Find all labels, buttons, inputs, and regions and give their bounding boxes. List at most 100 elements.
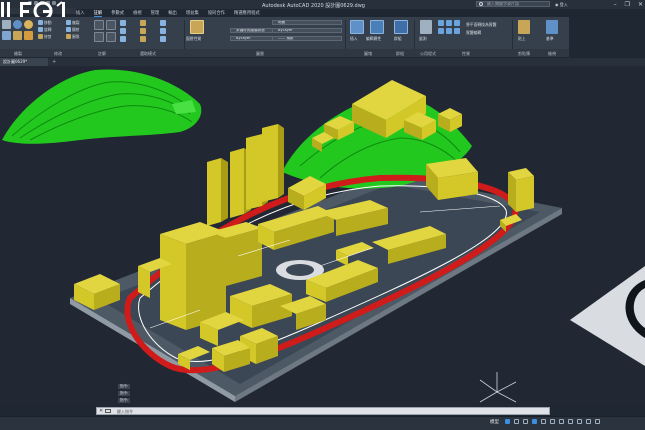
- group-label: 群組: [394, 36, 402, 41]
- restore-icon[interactable]: ❐: [625, 1, 630, 8]
- leader-icon[interactable]: [94, 32, 104, 42]
- view-panel-label[interactable]: 檢視: [548, 51, 556, 57]
- new-tab-icon[interactable]: +: [52, 59, 56, 65]
- solid-edit-icon-2[interactable]: [446, 20, 452, 26]
- file-tab-label: 設計圖0629*: [3, 59, 28, 64]
- hatch-icon[interactable]: [120, 28, 126, 34]
- sphere-button[interactable]: [24, 20, 33, 29]
- view-base-icon[interactable]: [546, 20, 558, 34]
- box-button[interactable]: [24, 31, 33, 40]
- tab-addins[interactable]: 增益集: [186, 10, 199, 17]
- groups-panel-label[interactable]: 群組: [396, 51, 404, 57]
- close-icon[interactable]: ✕: [638, 1, 643, 8]
- ortho-toggle-icon[interactable]: [523, 419, 528, 424]
- grid-toggle-icon[interactable]: [505, 419, 510, 424]
- block-panel-label[interactable]: 圖塊: [364, 51, 372, 57]
- transparency-toggle-icon[interactable]: [568, 419, 573, 424]
- minimize-icon[interactable]: –: [614, 1, 617, 8]
- tab-parametric[interactable]: 參數式: [111, 10, 124, 17]
- command-options-icon[interactable]: [105, 409, 111, 413]
- solid-edit-icon-1[interactable]: [438, 20, 444, 26]
- tab-annotate[interactable]: 註解: [93, 10, 103, 17]
- customize-icon[interactable]: [595, 419, 600, 424]
- lineweight-toggle-icon[interactable]: [559, 419, 564, 424]
- copy-icon[interactable]: [66, 20, 71, 25]
- explode-icon[interactable]: [160, 20, 166, 26]
- offset-icon[interactable]: [160, 28, 166, 34]
- ucs-icon: [479, 372, 517, 403]
- layer-combo[interactable]: 地面: [272, 20, 342, 25]
- linetype-combo-value: ByLayer: [236, 36, 251, 40]
- partial-ring-object: [570, 266, 645, 366]
- array-icon[interactable]: [140, 36, 146, 42]
- tab-manage[interactable]: 管理: [151, 10, 160, 17]
- paste-icon[interactable]: [518, 20, 530, 34]
- fillet-icon[interactable]: [66, 34, 71, 39]
- tab-featured-apps[interactable]: 精選應用程式: [234, 10, 260, 17]
- lineweight-combo-value: —— 預設: [278, 36, 294, 40]
- mirror-label: 鏡射: [72, 27, 80, 32]
- close-command-icon[interactable]: ✕: [99, 408, 103, 414]
- trim-icon[interactable]: [38, 34, 43, 39]
- tab-view[interactable]: 檢視: [133, 10, 142, 17]
- solid-edit-icon-5[interactable]: [446, 28, 452, 34]
- table-icon[interactable]: [106, 32, 116, 42]
- insert-block-icon[interactable]: [350, 20, 364, 34]
- mirror-icon[interactable]: [66, 27, 71, 32]
- autocad-window: Autodesk AutoCAD 2020 設計圖0629.dwg 鍵入關鍵字或…: [0, 0, 645, 430]
- arc-button[interactable]: [13, 31, 22, 40]
- lineweight-combo[interactable]: —— 預設: [272, 36, 342, 41]
- annotation-panel-label[interactable]: 註解: [98, 51, 106, 57]
- file-tab[interactable]: 設計圖0629*: [0, 58, 48, 66]
- title-bar: Autodesk AutoCAD 2020 設計圖0629.dwg 鍵入關鍵字或…: [0, 0, 645, 9]
- workspace-icon[interactable]: [586, 419, 591, 424]
- edit-attribute-icon[interactable]: [370, 20, 384, 34]
- model-viewport[interactable]: [0, 66, 645, 406]
- region-icon[interactable]: [120, 36, 126, 42]
- otrack-toggle-icon[interactable]: [550, 419, 555, 424]
- annotation-scale-icon[interactable]: [577, 419, 582, 424]
- text-icon[interactable]: [94, 20, 104, 30]
- dimension-icon[interactable]: [106, 20, 116, 30]
- scale-icon[interactable]: [140, 28, 146, 34]
- command-line[interactable]: ✕ 鍵入指令: [96, 407, 550, 415]
- stretch-icon[interactable]: [140, 20, 146, 26]
- color-combo[interactable]: ByLayer: [272, 28, 342, 33]
- solid-edit-icon-3[interactable]: [454, 20, 460, 26]
- circle-button[interactable]: [13, 20, 22, 29]
- window-controls: – ❐ ✕: [614, 1, 643, 8]
- modify-panel-label[interactable]: 修改: [54, 51, 62, 57]
- polygon-icon[interactable]: [120, 20, 126, 26]
- line-button[interactable]: [2, 20, 11, 29]
- move-icon[interactable]: [38, 20, 43, 25]
- solid-editing-label: 實體編輯: [466, 30, 482, 35]
- join-icon[interactable]: [160, 36, 166, 42]
- command-input[interactable]: 鍵入指令: [117, 409, 133, 415]
- properties-panel-label[interactable]: 性質: [462, 51, 470, 57]
- polar-toggle-icon[interactable]: [532, 419, 537, 424]
- tab-insert[interactable]: 插入: [76, 10, 85, 17]
- osnap-toggle-icon[interactable]: [541, 419, 546, 424]
- clipboard-panel-label[interactable]: 剪貼簿: [518, 51, 530, 57]
- solid-edit-icon-4[interactable]: [438, 28, 444, 34]
- select-mode-label[interactable]: 選取模式: [140, 51, 156, 57]
- file-tab-bar: [0, 58, 645, 66]
- search-input[interactable]: 鍵入關鍵字或片語: [476, 1, 550, 7]
- sign-in-button[interactable]: ◉ 登入: [555, 2, 568, 8]
- measure-icon[interactable]: [420, 20, 432, 34]
- draw-panel-label[interactable]: 繪製: [14, 51, 22, 57]
- layers-panel-label[interactable]: 圖層: [256, 51, 264, 57]
- solid-edit-icon-6[interactable]: [454, 28, 460, 34]
- snap-toggle-icon[interactable]: [514, 419, 519, 424]
- user-icon: ◉: [555, 2, 559, 7]
- rotate-icon[interactable]: [38, 27, 43, 32]
- model-space-toggle[interactable]: 模型: [490, 419, 499, 425]
- tab-output[interactable]: 輸出: [168, 10, 177, 17]
- layer-properties-icon[interactable]: [190, 20, 204, 34]
- tab-collaborate[interactable]: 協同合作: [208, 10, 225, 17]
- utilities-panel-label[interactable]: 公用程式: [420, 51, 436, 57]
- search-icon: [479, 2, 483, 6]
- roundabout-center: [286, 264, 314, 276]
- polyline-button[interactable]: [2, 31, 11, 40]
- group-icon[interactable]: [394, 20, 408, 34]
